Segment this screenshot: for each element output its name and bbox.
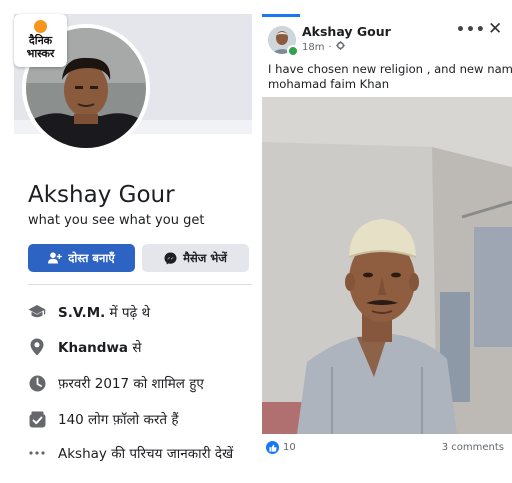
- post-meta: 18m ·: [302, 41, 345, 53]
- location-city[interactable]: Khandwa: [58, 340, 128, 356]
- post-text: I have chosen new religion , and new nam…: [268, 62, 512, 92]
- info-location: Khandwa से: [28, 336, 141, 358]
- profile-bio: what you see what you get: [28, 213, 205, 228]
- dot-separator: ·: [328, 41, 332, 53]
- post-photo[interactable]: [262, 97, 512, 434]
- post-text-line1: I have chosen new religion , and new nam…: [268, 62, 512, 76]
- reactions-summary[interactable]: 10: [266, 441, 296, 454]
- logo-line1: दैनिक: [28, 34, 53, 47]
- education-suffix: में पढ़े थे: [105, 305, 151, 321]
- like-icon: [266, 441, 279, 454]
- add-friend-label: दोस्त बनाएँ: [68, 250, 115, 265]
- post-text-line2: mohamad faim Khan: [268, 77, 390, 91]
- info-followers[interactable]: 140 लोग फ़ॉलो करते हैं: [28, 408, 179, 430]
- ellipsis-icon: [28, 444, 46, 462]
- graduation-cap-icon: [28, 303, 46, 321]
- logo-line2: भास्कर: [26, 47, 55, 60]
- joined-date: फ़रवरी 2017 को शामिल हुए: [58, 376, 204, 392]
- followers-icon: [28, 410, 46, 428]
- see-about-link: Akshay की परिचय जानकारी देखें: [58, 446, 234, 462]
- education-school[interactable]: S.V.M.: [58, 305, 105, 321]
- info-see-about[interactable]: Akshay की परिचय जानकारी देखें: [28, 442, 233, 464]
- post-panel: Akshay Gour 18m · ••• ✕ I have chosen ne…: [262, 14, 512, 469]
- info-joined: फ़रवरी 2017 को शामिल हुए: [28, 372, 204, 394]
- dainik-bhaskar-logo: दैनिक भास्कर: [14, 14, 67, 67]
- close-button[interactable]: ✕: [488, 19, 502, 39]
- location-pin-icon: [28, 338, 46, 356]
- comments-count[interactable]: 3 comments: [442, 442, 504, 453]
- messenger-icon: [164, 252, 177, 265]
- likes-count: 10: [283, 442, 296, 453]
- message-label: मैसेज भेजें: [183, 250, 227, 265]
- active-tab-indicator: [262, 14, 300, 17]
- more-options-button[interactable]: •••: [456, 22, 486, 38]
- online-status-dot: [287, 45, 299, 57]
- message-button[interactable]: मैसेज भेजें: [142, 244, 249, 272]
- profile-name: Akshay Gour: [28, 182, 175, 208]
- location-suffix: से: [128, 340, 142, 356]
- add-friend-icon: [48, 252, 63, 264]
- post-author-name[interactable]: Akshay Gour: [302, 24, 391, 39]
- info-education: S.V.M. में पढ़े थे: [28, 301, 150, 323]
- logo-sun-icon: [34, 20, 47, 33]
- followers-count: 140 लोग फ़ॉलो करते हैं: [58, 412, 179, 428]
- post-time[interactable]: 18m: [302, 42, 324, 53]
- add-friend-button[interactable]: दोस्त बनाएँ: [28, 244, 135, 272]
- section-divider: [28, 284, 252, 285]
- clock-icon: [28, 374, 46, 392]
- profile-panel: दैनिक भास्कर Akshay Gour what you see wh…: [14, 14, 252, 474]
- gear-icon: [335, 41, 345, 53]
